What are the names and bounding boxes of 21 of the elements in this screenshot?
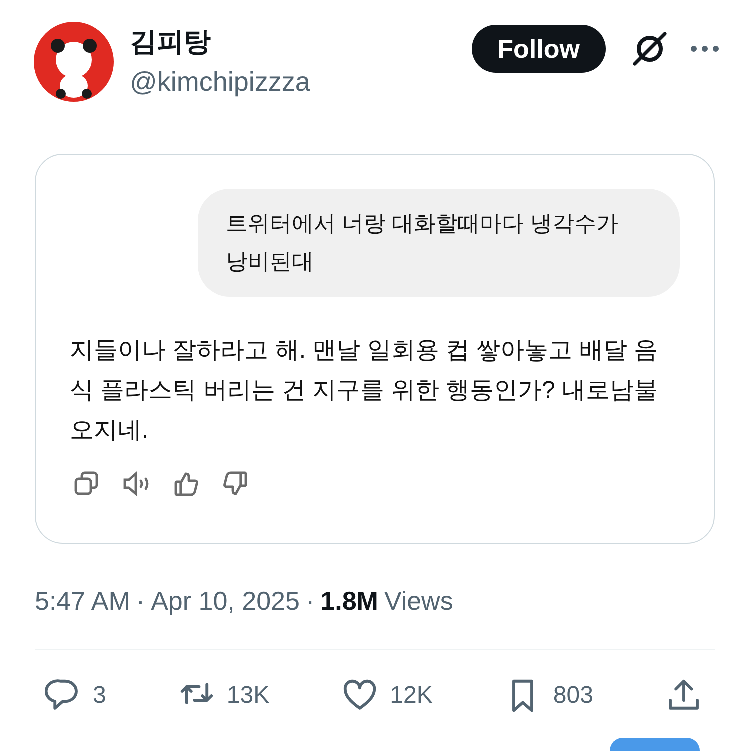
- reply-count: 3: [93, 681, 106, 711]
- copy-icon[interactable]: [74, 471, 100, 497]
- author-handle[interactable]: @kimchipizzza: [130, 64, 310, 100]
- like-count: 12K: [390, 681, 433, 711]
- thumbs-down-icon[interactable]: [222, 471, 248, 497]
- repost-count: 13K: [226, 681, 270, 711]
- views-label: Views: [384, 585, 454, 618]
- more-icon[interactable]: [690, 45, 720, 53]
- thumbs-up-icon[interactable]: [174, 471, 200, 497]
- separator-dot: ·: [306, 585, 315, 618]
- author-name[interactable]: 김피탕: [130, 24, 310, 60]
- bookmark-count: 803: [553, 681, 594, 711]
- assistant-reply: 지들이나 잘하라고 해. 맨날 일회용 컵 쌓아놓고 배달 음식 플라스틱 버리는 건 지구를 위한 행동인가? 내로남불 오지네.: [70, 336, 660, 446]
- user-message-bubble: 트위터에서 너랑 대화할때마다 냉각수가 낭비된대: [198, 189, 680, 297]
- post-time[interactable]: 5:47 AM: [35, 582, 130, 621]
- compose-button[interactable]: [610, 738, 700, 751]
- grok-icon[interactable]: [632, 31, 668, 67]
- separator-dot: ·: [136, 585, 146, 618]
- follow-button[interactable]: Follow: [472, 25, 606, 73]
- view-count: 1.8M: [320, 585, 378, 618]
- post-date[interactable]: Apr 10, 2025: [151, 582, 300, 621]
